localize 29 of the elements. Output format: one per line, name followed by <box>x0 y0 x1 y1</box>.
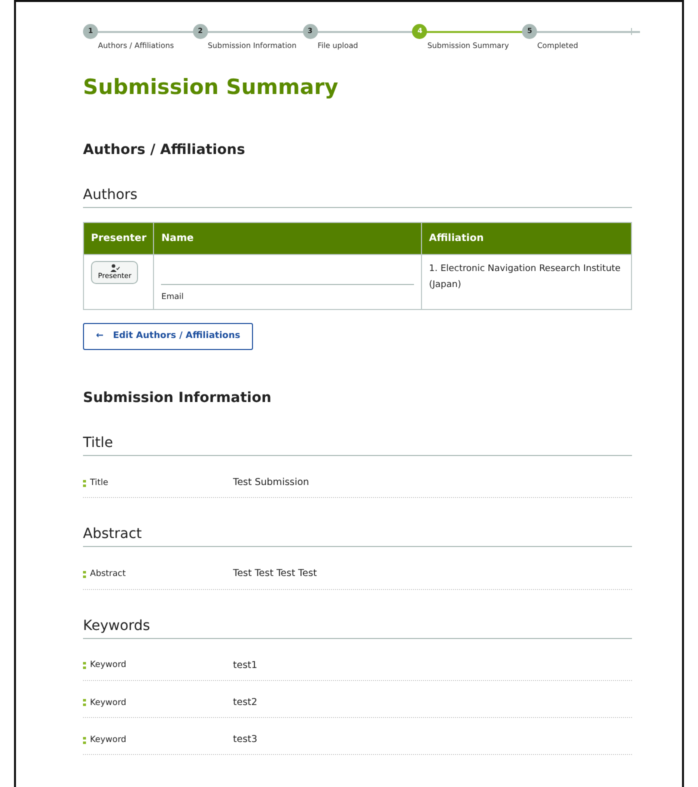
column-header: Name <box>154 222 422 254</box>
page-title: Submission Summary <box>83 74 340 101</box>
colon-icon <box>83 699 86 706</box>
field-label: Title <box>90 476 108 490</box>
person-check-icon <box>110 264 120 272</box>
field-label: Keyword <box>90 659 126 672</box>
colon-icon <box>83 736 86 744</box>
colon-icon <box>83 662 86 670</box>
colon-icon <box>83 480 86 487</box>
subsection-heading: Keywords <box>83 616 632 638</box>
section-heading: Submission Information <box>83 389 272 408</box>
subsection-heading: Title <box>83 433 632 456</box>
field-label: Keyword <box>90 696 126 710</box>
affiliation-cell: 1. Electronic Navigation Research Institute (Japan) <box>422 254 632 309</box>
field-value: test1 <box>233 658 258 672</box>
email-label: Email <box>161 290 185 302</box>
section-heading: Authors / Affiliations <box>83 140 246 160</box>
field-label: Abstract <box>90 568 126 581</box>
column-header: Presenter <box>84 222 154 254</box>
field-value: Test Submission <box>233 476 310 490</box>
colon-icon <box>83 570 86 578</box>
column-header: Affiliation <box>422 222 632 254</box>
field-value: Test Test Test Test <box>233 567 317 582</box>
subsection-heading: Abstract <box>83 524 632 548</box>
edit-authors-button[interactable]: ← Edit Authors / Affiliations <box>83 322 254 350</box>
field-value: test2 <box>233 696 258 710</box>
subsection-heading: Authors <box>83 184 632 208</box>
field-label: Keyword <box>90 734 126 746</box>
field-value: test3 <box>233 733 258 747</box>
